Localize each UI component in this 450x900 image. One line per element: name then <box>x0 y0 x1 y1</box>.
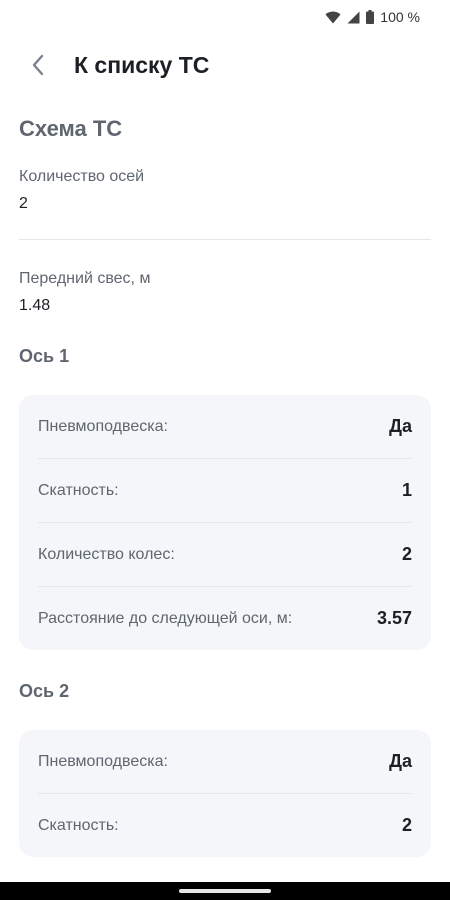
axis-row-wheels: Количество колес: 2 <box>38 523 412 587</box>
axis-card: Пневмоподвеска: Да Скатность: 2 <box>19 730 431 857</box>
axis-title: Ось 1 <box>19 346 70 366</box>
row-label: Расстояние до следующей оси, м: <box>38 609 293 627</box>
row-label: Пневмоподвеска: <box>38 752 168 770</box>
front-overhang-value: 1.48 <box>19 297 51 314</box>
system-nav-bar <box>0 882 450 900</box>
back-button[interactable] <box>24 51 52 79</box>
header: К списку ТС <box>0 34 450 96</box>
row-value: Да <box>389 416 412 436</box>
row-value: 3.57 <box>376 608 412 628</box>
battery-percent: 100 % <box>380 9 420 25</box>
chevron-left-icon <box>32 54 44 76</box>
axis-row-tires: Скатность: 1 <box>38 459 412 523</box>
axis-row-air-suspension: Пневмоподвеска: Да <box>38 395 412 459</box>
battery-icon <box>366 10 375 24</box>
row-value: 2 <box>401 544 412 564</box>
axles-count-field: Количество осей 2 <box>19 168 431 213</box>
wifi-icon <box>325 11 341 23</box>
axis-title: Ось 2 <box>19 681 70 701</box>
signal-icon <box>347 11 360 23</box>
axles-count-label: Количество осей <box>19 168 145 185</box>
row-label: Количество колес: <box>38 545 175 563</box>
axis-row-air-suspension: Пневмоподвеска: Да <box>38 730 412 794</box>
home-handle[interactable] <box>179 889 271 893</box>
row-value: 2 <box>401 815 412 835</box>
axis-row-distance: Расстояние до следующей оси, м: 3.57 <box>38 587 412 650</box>
divider <box>19 239 431 240</box>
row-label: Скатность: <box>38 481 119 499</box>
axis-row-tires: Скатность: 2 <box>38 794 412 857</box>
status-bar: 100 % <box>0 0 450 34</box>
front-overhang-label: Передний свес, м <box>19 270 151 287</box>
section-title: Схема ТС <box>19 116 123 141</box>
axles-count-value: 2 <box>19 195 28 212</box>
front-overhang-field: Передний свес, м 1.48 <box>19 270 431 315</box>
scheme-content: Схема ТС Количество осей 2 Передний свес… <box>0 116 450 857</box>
row-value: Да <box>389 751 412 771</box>
row-label: Пневмоподвеска: <box>38 417 168 435</box>
row-value: 1 <box>401 480 412 500</box>
page-title[interactable]: К списку ТС <box>74 52 209 79</box>
row-label: Скатность: <box>38 816 119 834</box>
axis-card: Пневмоподвеска: Да Скатность: 1 Количест… <box>19 395 431 650</box>
